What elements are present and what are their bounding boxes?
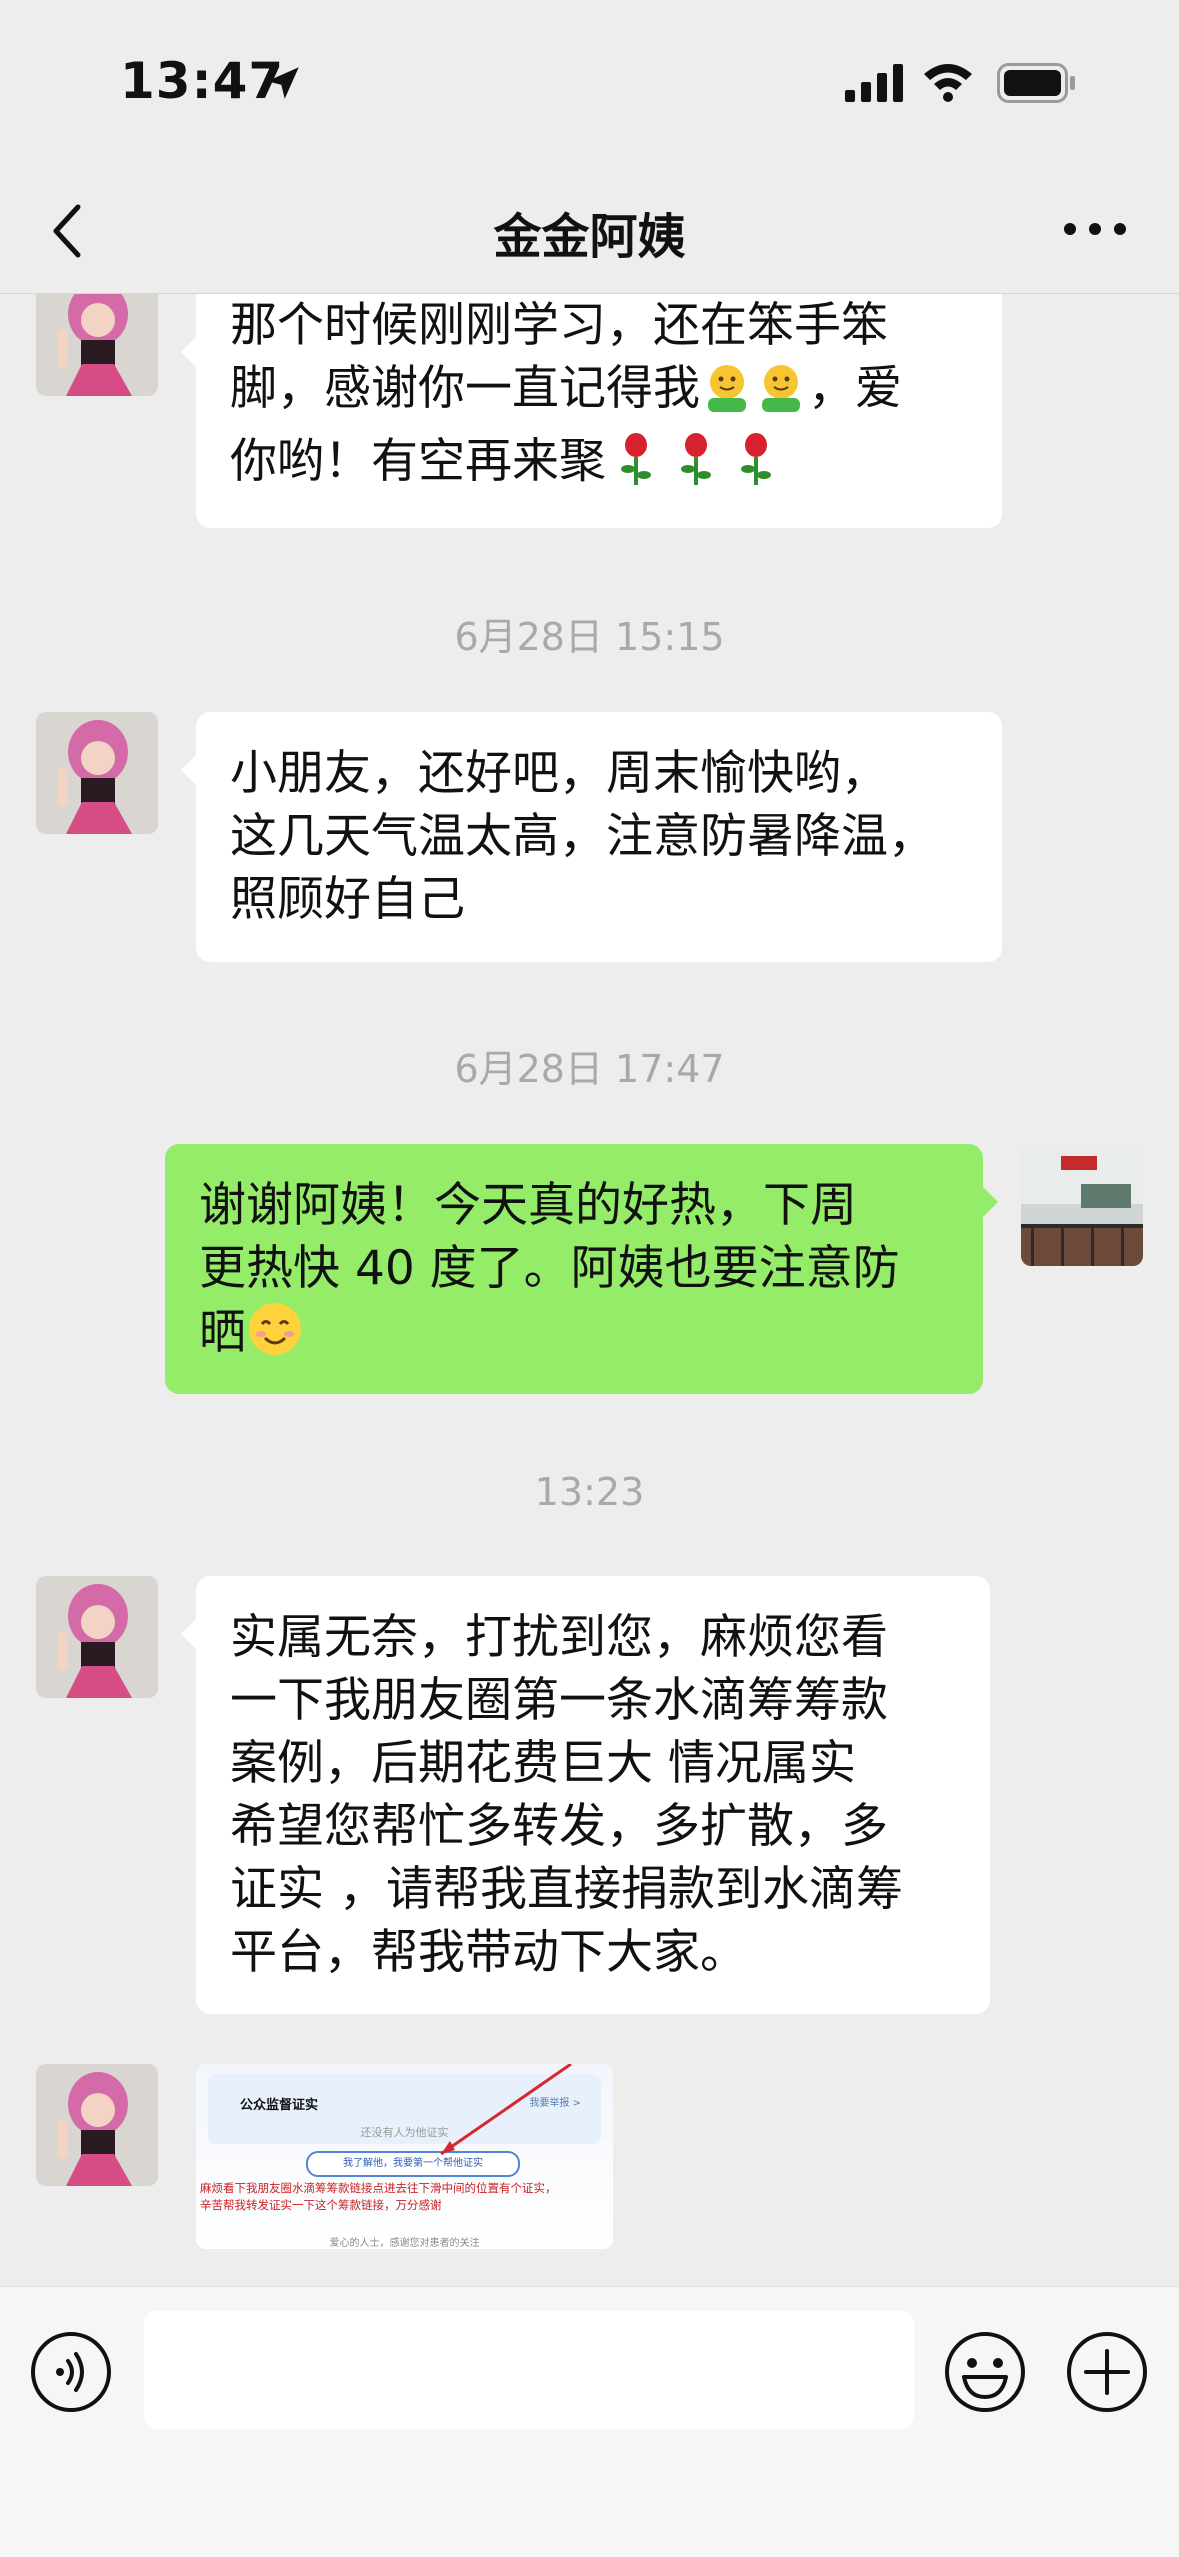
message-line: 一下我朋友圈第一条水滴筹筹款 bbox=[230, 1673, 888, 1728]
rose-emoji-icon bbox=[666, 431, 726, 503]
message-line: 那个时候刚刚学习，还在笨手笨 bbox=[230, 298, 888, 353]
message-bubble-incoming[interactable]: 那个时候刚刚学习，还在笨手笨 脚，感谢你一直记得我 ，爱 你哟！有空再来聚 bbox=[181, 294, 1002, 528]
message-line: 更热快 40 度了。阿姨也要注意防 bbox=[199, 1241, 900, 1296]
status-time: 13:47 bbox=[120, 52, 285, 110]
overlay-line: 辛苦帮我转发证实一下这个筹款链接，万分感谢 bbox=[200, 2198, 442, 2212]
smiling-blush-emoji-icon bbox=[246, 1300, 304, 1374]
chat-title: 金金阿姨 bbox=[493, 209, 686, 265]
message-line: 照顾好自己 bbox=[230, 872, 465, 927]
message-bubble-incoming[interactable]: 实属无奈，打扰到您，麻烦您看 一下我朋友圈第一条水滴筹筹款 案例，后期花费巨大 … bbox=[181, 1576, 990, 2014]
screenshot-footer: 爱心的人士，感谢您对患者的关注 bbox=[329, 2238, 480, 2249]
message-bubble-incoming[interactable]: 小朋友，还好吧，周末愉快哟， 这几天气温太高，注意防暑降温， 照顾好自己 bbox=[181, 712, 1002, 962]
red-arrow-icon bbox=[440, 2064, 572, 2156]
contact-avatar[interactable] bbox=[36, 712, 158, 834]
message-input[interactable] bbox=[144, 2311, 914, 2429]
voice-icon[interactable] bbox=[30, 2331, 112, 2413]
timestamp: 6月28日 15:15 bbox=[454, 615, 725, 659]
message-text-segment: 脚，感谢你一直记得我 bbox=[230, 361, 700, 416]
image-message[interactable]: 公众监督证实 我要举报 > 还没有人为他证实 我了解他，我要第一个帮他证实 麻烦… bbox=[196, 2064, 613, 2249]
message-line: 希望您帮忙多转发，多扩散，多 bbox=[230, 1799, 888, 1854]
hug-emoji-icon bbox=[754, 360, 808, 430]
contact-avatar[interactable] bbox=[36, 2064, 158, 2186]
rose-emoji-icon bbox=[726, 431, 786, 503]
status-bar: 13:47 bbox=[0, 0, 1179, 165]
message-line: 脚，感谢你一直记得我 ，爱 bbox=[230, 357, 968, 430]
wifi-icon bbox=[924, 64, 972, 102]
timestamp: 13:23 bbox=[534, 1470, 645, 1514]
signal-icon bbox=[845, 64, 903, 102]
message-line: 晒 bbox=[199, 1300, 949, 1374]
timestamp: 6月28日 17:47 bbox=[454, 1047, 725, 1091]
rose-emoji-icon bbox=[606, 431, 666, 503]
message-text-segment: 你哟！有空再来聚 bbox=[230, 434, 606, 489]
message-line: 这几天气温太高，注意防暑降温， bbox=[230, 809, 935, 864]
battery-icon bbox=[997, 63, 1075, 103]
message-line: 谢谢阿姨！今天真的好热，下周 bbox=[199, 1178, 857, 1233]
message-bubble-outgoing[interactable]: 谢谢阿姨！今天真的好热，下周 更热快 40 度了。阿姨也要注意防 晒 bbox=[165, 1144, 998, 1394]
message-text: 那个时候刚刚学习，还在笨手笨 脚，感谢你一直记得我 ，爱 你哟！有空再来聚 bbox=[230, 294, 968, 503]
message-line: 案例，后期花费巨大 情况属实 bbox=[230, 1736, 856, 1791]
message-text-segment: 晒 bbox=[199, 1305, 246, 1360]
more-icon[interactable] bbox=[1060, 217, 1130, 241]
input-bar bbox=[0, 2286, 1179, 2557]
message-text-segment: ，爱 bbox=[808, 361, 902, 416]
chat-area[interactable]: 那个时候刚刚学习，还在笨手笨 脚，感谢你一直记得我 ，爱 你哟！有空再来聚 6月2… bbox=[0, 294, 1179, 2286]
screenshot-overlay-text: 麻烦看下我朋友圈水滴筹筹款链接点进去往下滑中间的位置有个证实， 辛苦帮我转发证实… bbox=[200, 2180, 610, 2214]
contact-avatar[interactable] bbox=[36, 1576, 158, 1698]
plus-icon[interactable] bbox=[1066, 2331, 1148, 2413]
message-line: 实属无奈，打扰到您，麻烦您看 bbox=[230, 1610, 888, 1665]
my-avatar[interactable] bbox=[1021, 1144, 1143, 1266]
message-line: 小朋友，还好吧，周末愉快哟， bbox=[230, 746, 888, 801]
location-arrow-icon bbox=[267, 67, 299, 99]
nav-bar: 金金阿姨 bbox=[0, 165, 1179, 294]
message-line: 你哟！有空再来聚 bbox=[230, 430, 968, 503]
contact-avatar[interactable] bbox=[36, 294, 158, 396]
emoji-icon[interactable] bbox=[944, 2331, 1026, 2413]
message-line: 平台，帮我带动下大家。 bbox=[230, 1925, 747, 1980]
hug-emoji-icon bbox=[700, 360, 754, 430]
message-line: 证实 ，请帮我直接捐款到水滴筹 bbox=[230, 1862, 903, 1917]
overlay-line: 麻烦看下我朋友圈水滴筹筹款链接点进去往下滑中间的位置有个证实， bbox=[200, 2181, 557, 2195]
